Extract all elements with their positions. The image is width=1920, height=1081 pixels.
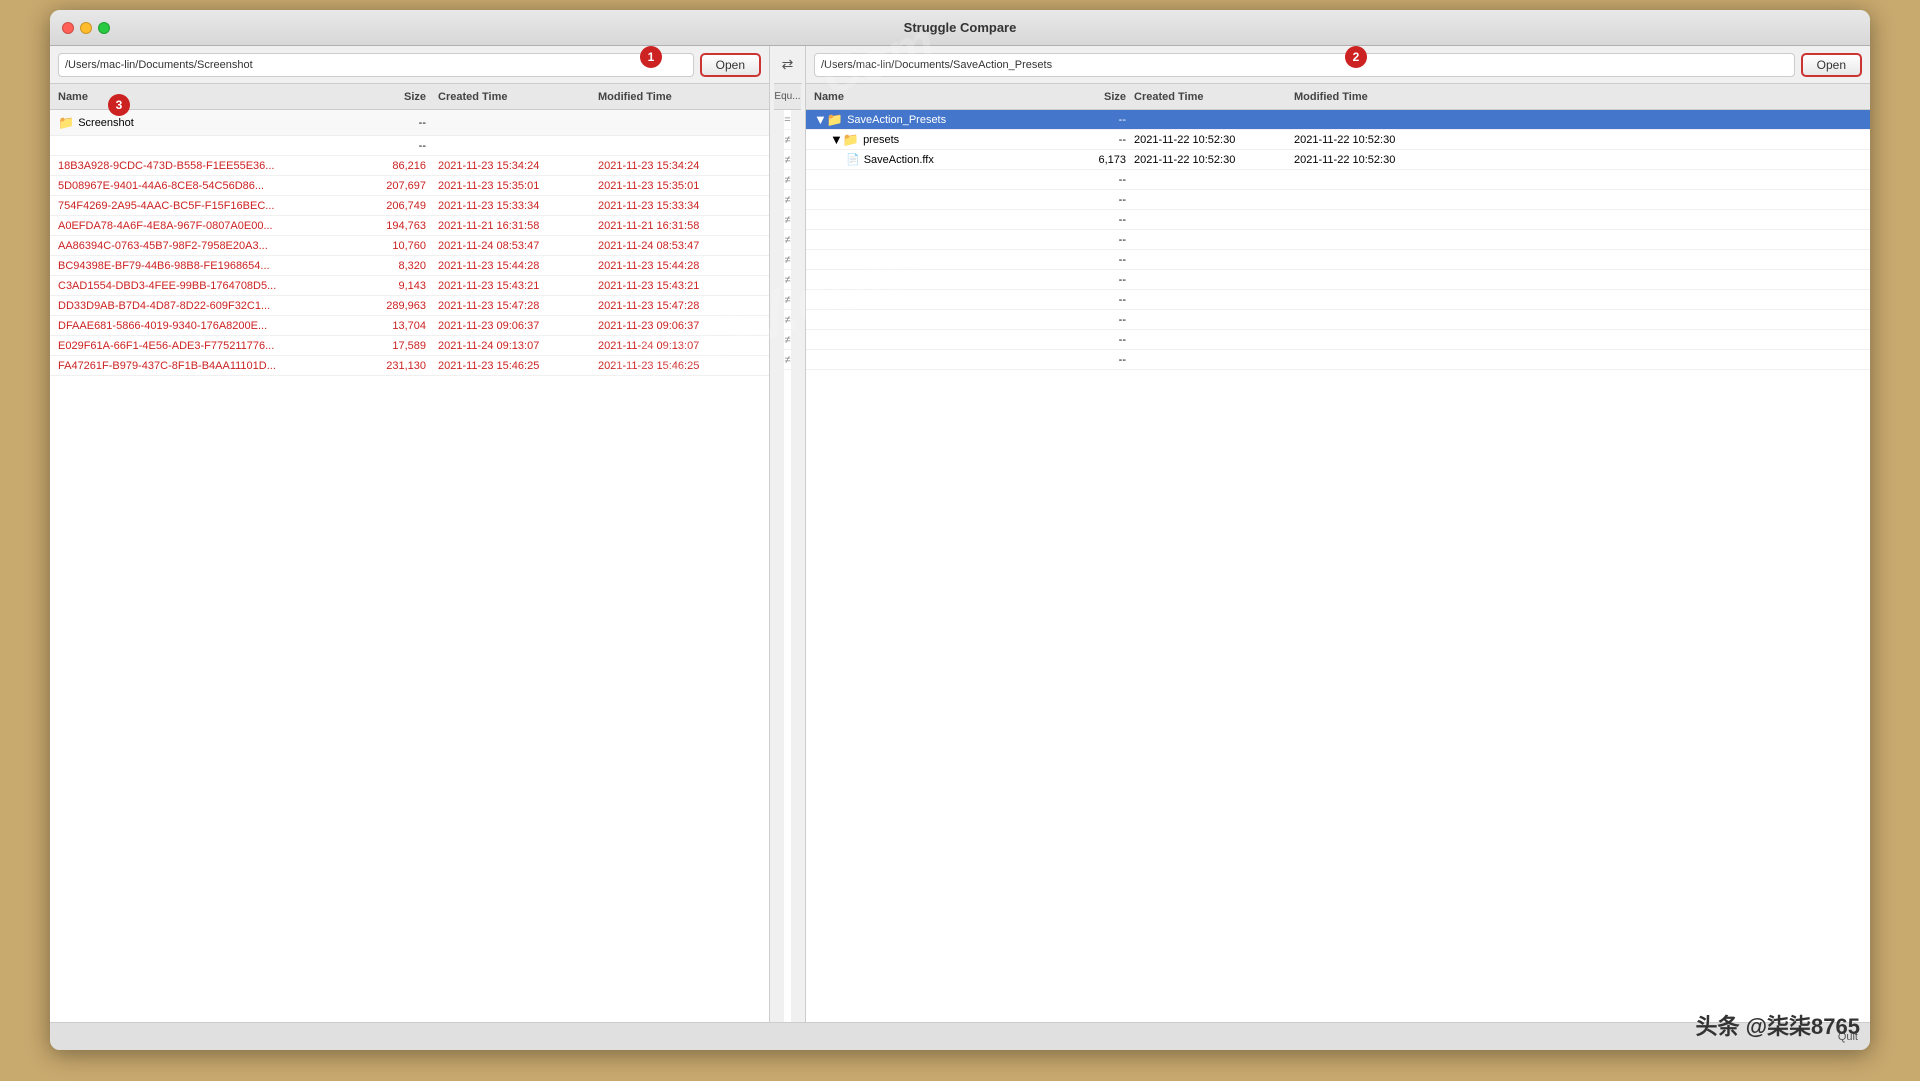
middle-symbol-row: ≠ <box>784 170 790 190</box>
right-row-saveaction-presets[interactable]: ▼📁 SaveAction_Presets -- <box>806 110 1870 130</box>
main-content: Open Name Size Created Time Modified Tim… <box>50 46 1870 1022</box>
left-col-name-header: Name <box>58 91 358 103</box>
left-file-row[interactable]: FA47261F-B979-437C-8F1B-B4AA11101D... 23… <box>50 356 769 376</box>
right-empty-row: -- <box>806 210 1870 230</box>
branding-text: 头条 @柒柒8765 <box>1695 1009 1860 1041</box>
badge-2: 2 <box>1345 46 1367 68</box>
right-empty-row: -- <box>806 290 1870 310</box>
left-col-created-header: Created Time <box>438 91 598 103</box>
right-col-size-header: Size <box>1074 91 1134 103</box>
right-empty-row: -- <box>806 170 1870 190</box>
middle-symbol-row: ≠ <box>784 290 790 310</box>
left-open-button[interactable]: Open <box>700 53 761 77</box>
middle-symbol-row: ≠ <box>784 250 790 270</box>
left-file-row[interactable]: 5D08967E-9401-44A6-8CE8-54C56D86... 207,… <box>50 176 769 196</box>
window-title: Struggle Compare <box>904 20 1017 35</box>
right-row-saveaction-ffx[interactable]: 📄 SaveAction.ffx 6,173 2021-11-22 10:52:… <box>806 150 1870 170</box>
folder-icon: 📁 <box>58 115 74 131</box>
middle-symbol-row: ≠ <box>784 190 790 210</box>
right-col-created-header: Created Time <box>1134 91 1294 103</box>
badge-3: 3 <box>108 94 130 116</box>
main-window: Struggle Compare 1 2 3 Open Name Size Cr… <box>50 10 1870 1050</box>
middle-header: Equ... <box>774 84 800 110</box>
left-file-list: 📁 Screenshot -- -- 18B3A928-9CDC-473D-B5… <box>50 110 769 1022</box>
right-col-name-header: Name <box>814 91 1074 103</box>
zoom-button[interactable] <box>98 22 110 34</box>
middle-symbol-row: ≠ <box>784 270 790 290</box>
traffic-lights <box>62 22 110 34</box>
right-empty-row: -- <box>806 330 1870 350</box>
swap-icon[interactable]: ⇄ <box>778 55 798 75</box>
right-empty-row: -- <box>806 310 1870 330</box>
middle-symbols-container: =≠≠≠≠≠≠≠≠≠≠≠≠ <box>784 110 790 370</box>
left-file-row[interactable]: A0EFDA78-4A6F-4E8A-967F-0807A0E00... 194… <box>50 216 769 236</box>
close-button[interactable] <box>62 22 74 34</box>
right-pane: Open Name Size Created Time Modified Tim… <box>806 46 1870 1022</box>
middle-symbol-row: ≠ <box>784 350 790 370</box>
bottom-bar: Quit <box>50 1022 1870 1050</box>
left-col-size-header: Size <box>358 91 438 103</box>
left-path-input[interactable] <box>58 53 694 77</box>
right-col-modified-header: Modified Time <box>1294 91 1862 103</box>
folder-icon-r2: ▼📁 <box>830 132 859 148</box>
middle-pane: ⇄ Equ... =≠≠≠≠≠≠≠≠≠≠≠≠ <box>770 46 806 1022</box>
left-col-modified-header: Modified Time <box>598 91 758 103</box>
right-table-header: Name Size Created Time Modified Time <box>806 84 1870 110</box>
middle-symbol-row: ≠ <box>784 310 790 330</box>
left-file-row[interactable]: DD33D9AB-B7D4-4D87-8D22-609F32C1... 289,… <box>50 296 769 316</box>
left-folder-name: 📁 Screenshot <box>58 115 358 131</box>
left-folder-size: -- <box>358 117 438 129</box>
middle-symbol-row: ≠ <box>784 330 790 350</box>
badge-1: 1 <box>640 46 662 68</box>
left-file-row[interactable]: 18B3A928-9CDC-473D-B558-F1EE55E36... 86,… <box>50 156 769 176</box>
middle-symbol-row: ≠ <box>784 230 790 250</box>
right-empty-row: -- <box>806 230 1870 250</box>
file-icon-r1: 📄 <box>846 153 860 166</box>
left-toolbar: Open <box>50 46 769 84</box>
left-file-row[interactable]: DFAAE681-5866-4019-9340-176A8200E... 13,… <box>50 316 769 336</box>
right-path-input[interactable] <box>814 53 1795 77</box>
left-files-container: 18B3A928-9CDC-473D-B558-F1EE55E36... 86,… <box>50 156 769 376</box>
right-empty-row: -- <box>806 350 1870 370</box>
left-file-row[interactable]: AA86394C-0763-45B7-98F2-7958E20A3... 10,… <box>50 236 769 256</box>
right-empty-row: -- <box>806 250 1870 270</box>
left-pane: Open Name Size Created Time Modified Tim… <box>50 46 770 1022</box>
left-file-row[interactable]: BC94398E-BF79-44B6-98B8-FE1968654... 8,3… <box>50 256 769 276</box>
titlebar: Struggle Compare <box>50 10 1870 46</box>
right-empty-row: -- <box>806 270 1870 290</box>
right-open-button[interactable]: Open <box>1801 53 1862 77</box>
middle-toolbar: ⇄ <box>774 46 802 84</box>
left-folder-row[interactable]: 📁 Screenshot -- <box>50 110 769 136</box>
right-empty-row: -- <box>806 190 1870 210</box>
right-empty-rows: -- -- -- -- -- -- <box>806 170 1870 370</box>
middle-symbol-row: ≠ <box>784 150 790 170</box>
right-file-list: ▼📁 SaveAction_Presets -- ▼📁 presets -- 2… <box>806 110 1870 1022</box>
left-sub-row: -- <box>50 136 769 156</box>
middle-symbol-row: = <box>784 110 790 130</box>
minimize-button[interactable] <box>80 22 92 34</box>
left-file-row[interactable]: E029F61A-66F1-4E56-ADE3-F775211776... 17… <box>50 336 769 356</box>
right-toolbar: Open <box>806 46 1870 84</box>
middle-rows: =≠≠≠≠≠≠≠≠≠≠≠≠ <box>784 110 790 1022</box>
middle-symbol-row: ≠ <box>784 210 790 230</box>
middle-symbol-row: ≠ <box>784 130 790 150</box>
right-row-presets[interactable]: ▼📁 presets -- 2021-11-22 10:52:30 2021-1… <box>806 130 1870 150</box>
left-file-row[interactable]: C3AD1554-DBD3-4FEE-99BB-1764708D5... 9,1… <box>50 276 769 296</box>
folder-icon-r1: ▼📁 <box>814 112 843 128</box>
left-table-header: Name Size Created Time Modified Time <box>50 84 769 110</box>
left-file-row[interactable]: 754F4269-2A95-4AAC-BC5F-F15F16BEC... 206… <box>50 196 769 216</box>
